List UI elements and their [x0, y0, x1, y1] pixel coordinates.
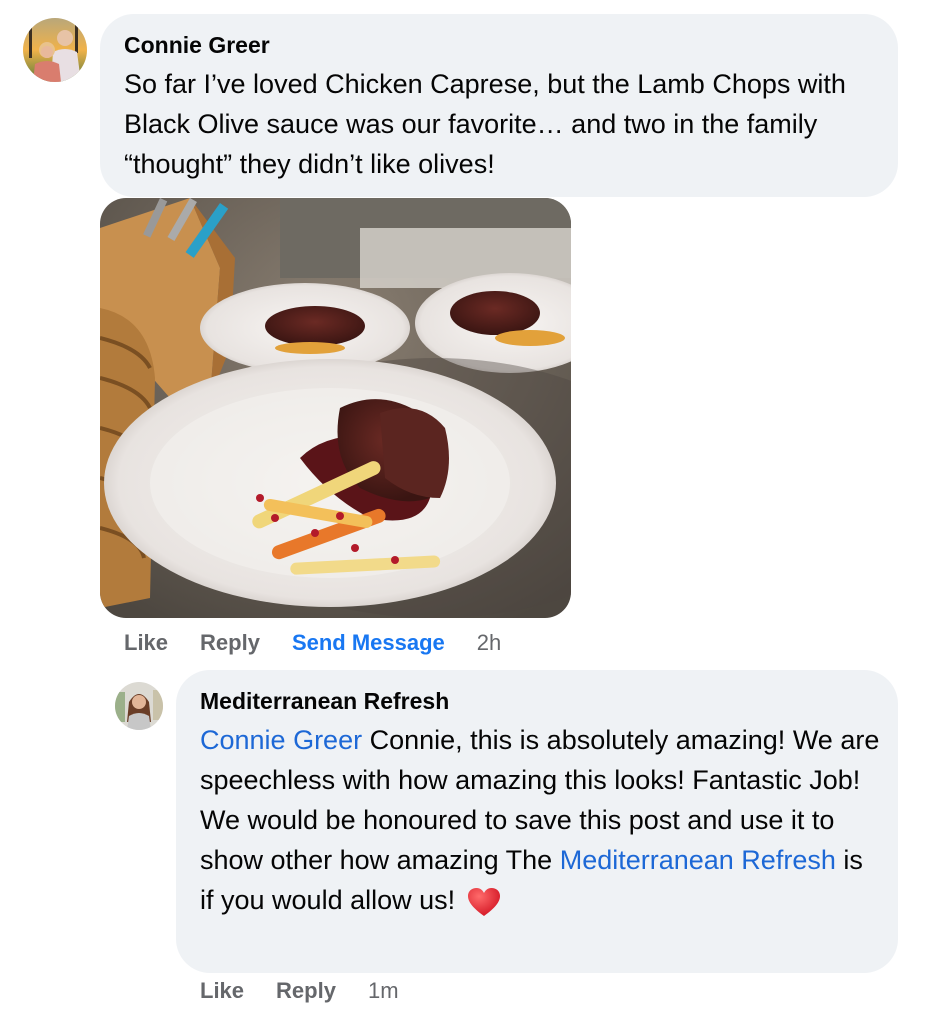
send-message-button[interactable]: Send Message: [292, 630, 445, 656]
reply-bubble: Mediterranean Refresh Connie Greer Conni…: [176, 670, 898, 973]
avatar-connie-greer[interactable]: [23, 18, 87, 82]
mention-mediterranean-refresh[interactable]: Mediterranean Refresh: [560, 845, 836, 875]
mention-connie-greer[interactable]: Connie Greer: [200, 725, 362, 755]
comment-text: So far I’ve loved Chicken Caprese, but t…: [124, 69, 846, 179]
avatar-mediterranean-refresh[interactable]: [115, 682, 163, 730]
red-heart-icon: [467, 887, 500, 916]
like-button[interactable]: Like: [124, 630, 168, 656]
comment-bubble: Connie Greer So far I’ve loved Chicken C…: [100, 14, 898, 197]
reply-actions: Like Reply 1m: [200, 978, 399, 1004]
reply-reply-button[interactable]: Reply: [276, 978, 336, 1004]
comment-photo-attachment[interactable]: [100, 198, 571, 618]
comment-timestamp[interactable]: 2h: [477, 630, 501, 656]
comment-author[interactable]: Connie Greer: [124, 30, 864, 60]
reply-timestamp[interactable]: 1m: [368, 978, 399, 1004]
reply-button[interactable]: Reply: [200, 630, 260, 656]
woman-profile-photo-icon: [115, 682, 163, 730]
lamb-chops-photo: [100, 198, 571, 618]
reply-like-button[interactable]: Like: [200, 978, 244, 1004]
comment-actions: Like Reply Send Message 2h: [124, 630, 501, 656]
couple-profile-photo-icon: [23, 18, 87, 82]
reply-text: Connie Greer Connie, this is absolutely …: [200, 720, 880, 920]
reply-author[interactable]: Mediterranean Refresh: [200, 686, 880, 716]
